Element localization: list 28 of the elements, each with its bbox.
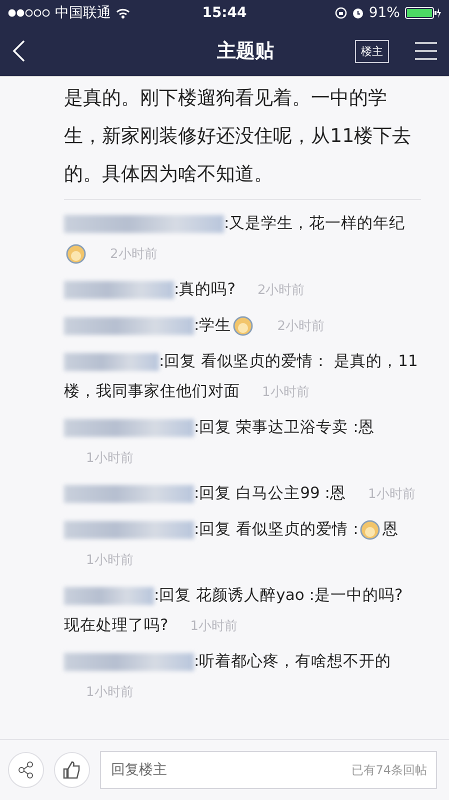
comment-text: 恩 xyxy=(382,520,398,538)
battery-percent: 91% xyxy=(368,5,400,21)
comment-time: 1小时前 xyxy=(190,619,238,634)
comment-text: :回复 荣事达卫浴专卖 :恩 xyxy=(194,418,374,436)
comment-time: 2小时前 xyxy=(277,319,325,334)
comment-text: :回复 看似坚贞的爱情 : xyxy=(194,520,358,538)
carrier-name: 中国联通 xyxy=(55,4,111,22)
comment-time: 1小时前 xyxy=(86,451,134,466)
comment-text: :回复 看似坚贞的爱情： 是真的，11 xyxy=(159,352,418,370)
comment-text: :真的吗? xyxy=(174,280,236,298)
owner-only-button[interactable]: 楼主 xyxy=(355,40,389,62)
comment-text: :听着都心疼，有啥想不开的 xyxy=(194,652,392,670)
comment-time: 1小时前 xyxy=(86,685,134,700)
comment-text: :又是学生，花一样的年纪 xyxy=(224,214,406,232)
comment-text: :回复 白马公主99 :恩 xyxy=(194,484,346,502)
comment-time: 1小时前 xyxy=(262,385,310,400)
comment-text: 楼，我同事家住他们对面 xyxy=(64,382,240,400)
comment-text: :学生 xyxy=(194,316,232,334)
comment-time: 1小时前 xyxy=(86,553,134,568)
comment-text: :回复 花颜诱人醉yao :是一中的吗? xyxy=(154,586,403,604)
comment-time: 1小时前 xyxy=(368,487,416,502)
reply-count: 已有74条回帖 xyxy=(352,762,427,779)
comment-text: 现在处理了吗? xyxy=(64,616,168,634)
page-title: 主题贴 xyxy=(217,39,274,64)
comment-time: 2小时前 xyxy=(257,283,305,298)
comment-time: 2小时前 xyxy=(110,247,158,262)
clock-time: 15:44 xyxy=(202,5,247,21)
post-text: 是真的。刚下楼遛狗看见着。一中的学生，新家刚装修好还没住呢，从11楼下去的。具体因为啥不知道。 xyxy=(64,79,421,200)
